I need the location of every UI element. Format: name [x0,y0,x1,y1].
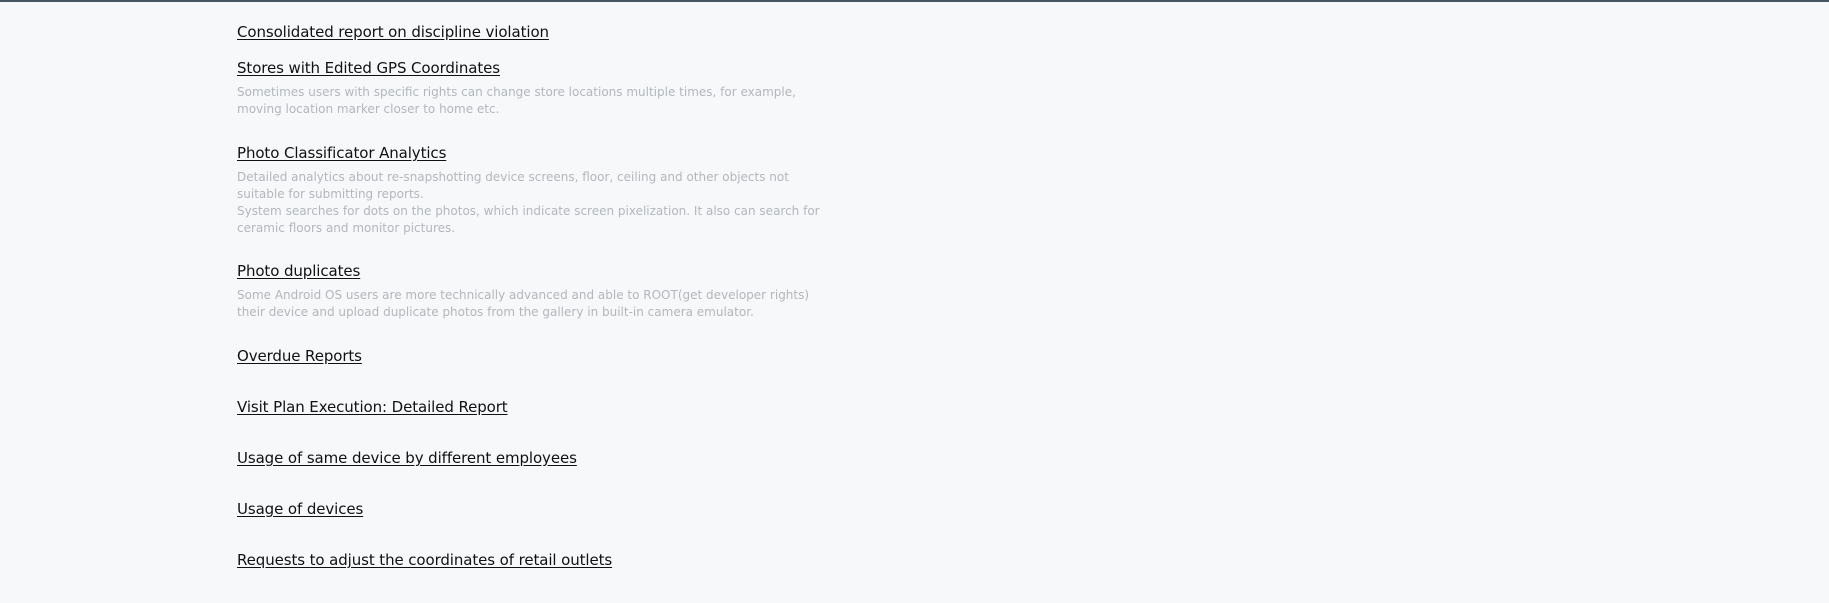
report-link-photo-duplicates[interactable]: Photo duplicates [237,261,360,281]
report-link-adjust-coordinates[interactable]: Requests to adjust the coordinates of re… [237,550,612,570]
report-link-photo-classificator[interactable]: Photo Classificator Analytics [237,143,446,163]
report-link-discipline-violation[interactable]: Consolidated report on discipline violat… [237,22,549,42]
report-item-overdue-reports: Overdue Reports [237,346,837,366]
report-description: Sometimes users with specific rights can… [237,84,837,118]
report-description: Some Android OS users are more technical… [237,287,837,321]
report-item-usage-of-devices: Usage of devices [237,499,837,519]
report-link-usage-of-devices[interactable]: Usage of devices [237,499,363,519]
description-paragraph: Sometimes users with specific rights can… [237,85,796,116]
report-item-same-device-usage: Usage of same device by different employ… [237,448,837,468]
report-link-same-device-usage[interactable]: Usage of same device by different employ… [237,448,577,468]
description-paragraph: Some Android OS users are more technical… [237,288,810,319]
top-border [0,0,1829,2]
report-item-edited-gps: Stores with Edited GPS Coordinates Somet… [237,58,837,118]
description-paragraph: Detailed analytics about re-snapshotting… [237,170,789,201]
report-link-overdue-reports[interactable]: Overdue Reports [237,346,362,366]
report-link-edited-gps[interactable]: Stores with Edited GPS Coordinates [237,58,500,78]
report-item-discipline-violation: Consolidated report on discipline violat… [237,22,837,42]
report-item-photo-classificator: Photo Classificator Analytics Detailed a… [237,143,837,237]
report-item-adjust-coordinates: Requests to adjust the coordinates of re… [237,550,837,570]
description-paragraph: System searches for dots on the photos, … [237,204,820,235]
report-link-visit-plan-execution[interactable]: Visit Plan Execution: Detailed Report [237,397,508,417]
report-item-visit-plan-execution: Visit Plan Execution: Detailed Report [237,397,837,417]
report-item-photo-duplicates: Photo duplicates Some Android OS users a… [237,261,837,321]
report-description: Detailed analytics about re-snapshotting… [237,169,837,237]
